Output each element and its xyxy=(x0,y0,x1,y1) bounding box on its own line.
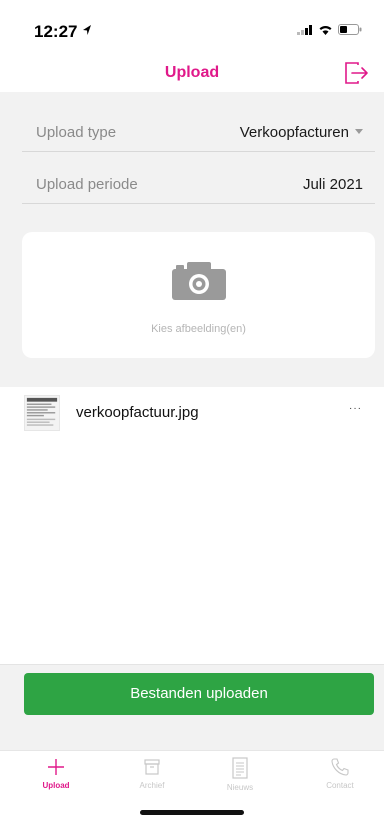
tab-upload-label: Upload xyxy=(42,781,70,790)
battery-icon xyxy=(338,24,362,35)
location-arrow-icon xyxy=(83,25,91,35)
nav-bar: Upload xyxy=(0,56,384,92)
tab-upload[interactable]: Upload xyxy=(8,757,104,801)
tab-archief-label: Archief xyxy=(139,781,165,790)
file-name: verkoopfactuur.jpg xyxy=(76,404,199,421)
tab-bar: Upload Archief Nieuws Contact xyxy=(0,750,384,818)
tab-contact[interactable]: Contact xyxy=(292,757,384,801)
upload-type-select[interactable]: Verkoopfacturen xyxy=(240,124,363,141)
upload-period-value[interactable]: Juli 2021 xyxy=(303,176,363,193)
phone-icon xyxy=(331,758,349,776)
status-time: 12:27 xyxy=(34,22,78,41)
logout-icon[interactable] xyxy=(344,61,370,85)
image-picker[interactable]: Kies afbeelding(en) xyxy=(22,232,375,358)
list-item[interactable]: verkoopfactuur.jpg ··· xyxy=(0,387,384,437)
page-title: Upload xyxy=(164,64,220,81)
signal-icon xyxy=(297,24,312,35)
tab-nieuws[interactable]: Nieuws xyxy=(192,757,288,801)
upload-period-label: Upload periode xyxy=(36,176,138,193)
wifi-icon xyxy=(319,26,332,35)
upload-period-row[interactable]: Upload periode Juli 2021 xyxy=(22,148,375,204)
upload-type-label: Upload type xyxy=(36,124,117,141)
chevron-down-icon xyxy=(355,128,363,134)
tab-contact-label: Contact xyxy=(326,781,354,790)
picker-hint: Kies afbeelding(en) xyxy=(151,323,246,335)
upload-bar: Bestanden uploaden xyxy=(0,664,384,750)
tab-archief[interactable]: Archief xyxy=(104,757,200,801)
camera-icon xyxy=(172,262,226,300)
status-icons xyxy=(297,24,362,35)
file-thumbnail xyxy=(24,395,60,431)
file-list: verkoopfactuur.jpg ··· xyxy=(0,387,384,664)
upload-type-value: Verkoopfacturen xyxy=(239,124,349,141)
more-options-icon[interactable]: ··· xyxy=(349,403,362,414)
home-indicator xyxy=(140,810,244,815)
status-bar: 12:27 xyxy=(0,0,384,56)
archive-icon xyxy=(144,759,160,775)
upload-files-button[interactable]: Bestanden uploaden xyxy=(24,673,374,715)
upload-type-row[interactable]: Upload type Verkoopfacturen xyxy=(22,96,375,152)
news-icon xyxy=(232,757,248,779)
plus-icon xyxy=(48,759,64,775)
tab-nieuws-label: Nieuws xyxy=(226,783,254,792)
